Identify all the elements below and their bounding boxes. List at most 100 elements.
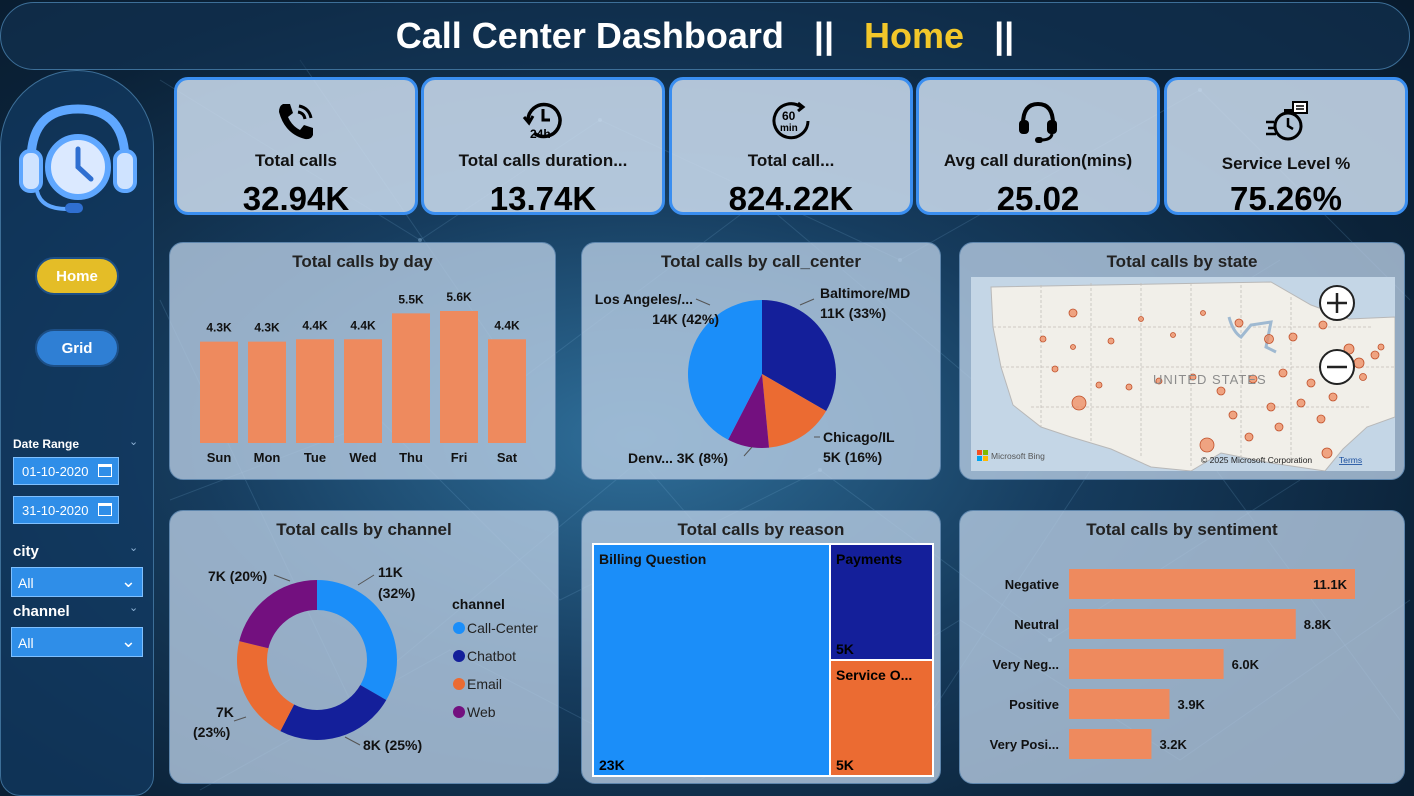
timer-60min-icon: 60 min	[672, 98, 910, 144]
title-separator: ||	[994, 15, 1015, 56]
city-select[interactable]: All ⌄	[11, 567, 143, 597]
bar-thu	[392, 313, 430, 443]
date-start-input[interactable]: 01-10-2020	[13, 457, 119, 485]
bar-sentiment	[1069, 649, 1224, 679]
bar-sentiment	[1069, 729, 1152, 759]
kpi-label: Avg call duration(mins)	[943, 151, 1133, 170]
tile-name-label: Payments	[836, 551, 902, 567]
current-page-label: Home	[864, 15, 965, 56]
svg-text:min: min	[780, 123, 798, 134]
kpi-card-avg-call-duration: Avg call duration(mins) 25.02	[916, 77, 1160, 215]
donut-slice-web	[239, 580, 317, 649]
call-center-logo-icon	[19, 104, 137, 213]
data-label: 6.0K	[1232, 657, 1260, 672]
terms-link[interactable]: Terms	[1339, 455, 1362, 465]
slice-percent-label: (32%)	[378, 585, 415, 601]
chevron-down-icon[interactable]: ⌄	[129, 435, 138, 448]
leader-line	[344, 736, 361, 746]
kpi-value: 13.74K	[489, 180, 597, 215]
tile-name-label: Service O...	[836, 667, 912, 683]
city-filter-label: city	[13, 543, 39, 560]
leader-line	[233, 716, 247, 722]
kpi-label: Total calls duration...	[458, 151, 628, 170]
svg-text:60: 60	[782, 109, 796, 123]
tile-value-label: 5K	[836, 641, 854, 657]
kpi-value: 75.26%	[1230, 180, 1342, 215]
leader-line	[357, 574, 375, 586]
data-label: 4.4K	[350, 318, 376, 332]
city-select-value: All	[18, 575, 34, 591]
legend-label: Chatbot	[467, 648, 516, 664]
chart-title: Total calls by state	[1106, 252, 1258, 271]
y-tick-label: Positive	[1009, 697, 1059, 712]
chart-calls-by-reason: Total calls by reason Billing Question 23…	[581, 510, 941, 784]
zoom-in-icon[interactable]	[1319, 285, 1355, 321]
data-label: 3.2K	[1159, 737, 1187, 752]
data-label: 4.4K	[494, 318, 520, 332]
bar-wed	[344, 339, 382, 443]
chevron-down-icon[interactable]: ⌄	[129, 601, 138, 614]
clock-24h-icon: 24h	[424, 98, 662, 144]
kpi-label: Total call...	[747, 151, 835, 170]
legend-label: Email	[467, 676, 502, 692]
calendar-icon[interactable]	[98, 503, 112, 516]
date-end-input[interactable]: 31-10-2020	[13, 496, 119, 524]
map-copyright: © 2025 Microsoft Corporation	[1201, 455, 1312, 465]
data-label: 5.6K	[446, 290, 472, 304]
leader-line	[695, 298, 711, 306]
map-country-label: UNITED STATES	[1153, 372, 1267, 387]
title-separator: ||	[813, 15, 835, 56]
chart-calls-by-sentiment: Total calls by sentiment Negative 11.1K Ne…	[959, 510, 1405, 784]
date-range-label: Date Range	[13, 437, 80, 451]
bing-attribution: Microsoft Bing	[991, 451, 1045, 461]
headset-icon	[919, 98, 1157, 144]
x-tick-label: Sat	[497, 450, 518, 465]
sidebar: Home Grid Date Range ⌄ 01-10-2020 31-10-…	[0, 70, 154, 796]
kpi-value: 824.22K	[728, 180, 854, 215]
home-nav-button[interactable]: Home	[35, 257, 119, 295]
kpi-value: 32.94K	[242, 180, 350, 215]
leader-line	[799, 298, 815, 306]
bar-fri	[440, 311, 478, 443]
kpi-label: Total calls	[255, 151, 337, 170]
us-map[interactable]: UNITED STATES Microsoft Bing © 2025 Micr…	[971, 277, 1395, 471]
bar-sat	[488, 339, 526, 443]
y-tick-label: Negative	[1005, 577, 1059, 592]
page-title: Call Center Dashboard	[395, 15, 784, 56]
bar-sentiment	[1069, 609, 1296, 639]
data-label: 4.3K	[206, 321, 232, 335]
map-calls-by-state: Total calls by state UNITED STATES Micro…	[959, 242, 1405, 480]
tile-value-label: 5K	[836, 757, 854, 773]
zoom-out-icon[interactable]	[1319, 349, 1355, 385]
treemap-reason: Billing Question 23K Payments 5K Service O..…	[592, 543, 934, 777]
data-label: 5.5K	[398, 292, 424, 306]
leader-line	[743, 446, 753, 457]
chevron-down-icon: ⌄	[120, 571, 136, 591]
svg-text:24h: 24h	[530, 127, 551, 141]
data-label: 3.9K	[1177, 697, 1205, 712]
x-tick-label: Thu	[399, 450, 423, 465]
bar-chart-day: 4.3K Sun 4.3K Mon 4.4K Tue 4.4K Wed 5.5K Thu 5.6K F…	[200, 290, 526, 465]
x-tick-label: Wed	[349, 450, 376, 465]
dashboard-header: Call Center Dashboard || Home ||	[0, 2, 1410, 70]
y-tick-label: Very Posi...	[990, 737, 1059, 752]
kpi-card-total-call: 60 min Total call... 824.22K	[669, 77, 913, 215]
x-tick-label: Tue	[304, 450, 326, 465]
chevron-down-icon[interactable]: ⌄	[129, 541, 138, 554]
channel-select[interactable]: All ⌄	[11, 627, 143, 657]
legend-marker	[453, 706, 465, 718]
calendar-icon[interactable]	[98, 464, 112, 477]
kpi-label: Service Level %	[1221, 154, 1351, 173]
leader-line	[273, 574, 291, 582]
pie-chart-call-center: Baltimore/MD 11K (33%) Chicago/IL 5K (16%) D…	[595, 285, 911, 466]
channel-select-value: All	[18, 635, 34, 651]
kpi-card-service-level: Service Level % 75.26%	[1164, 77, 1408, 215]
bar-chart-sentiment: Negative 11.1K Neutral 8.8K Very Neg... 6.0K P…	[990, 569, 1355, 759]
x-tick-label: Fri	[451, 450, 468, 465]
kpi-card-total-calls: Total calls 32.94K	[174, 77, 418, 215]
stopwatch-icon	[1167, 98, 1405, 144]
data-label: 11.1K	[1313, 577, 1348, 592]
grid-nav-button[interactable]: Grid	[35, 329, 119, 367]
bar-tue	[296, 339, 334, 443]
chevron-down-icon: ⌄	[120, 631, 136, 651]
